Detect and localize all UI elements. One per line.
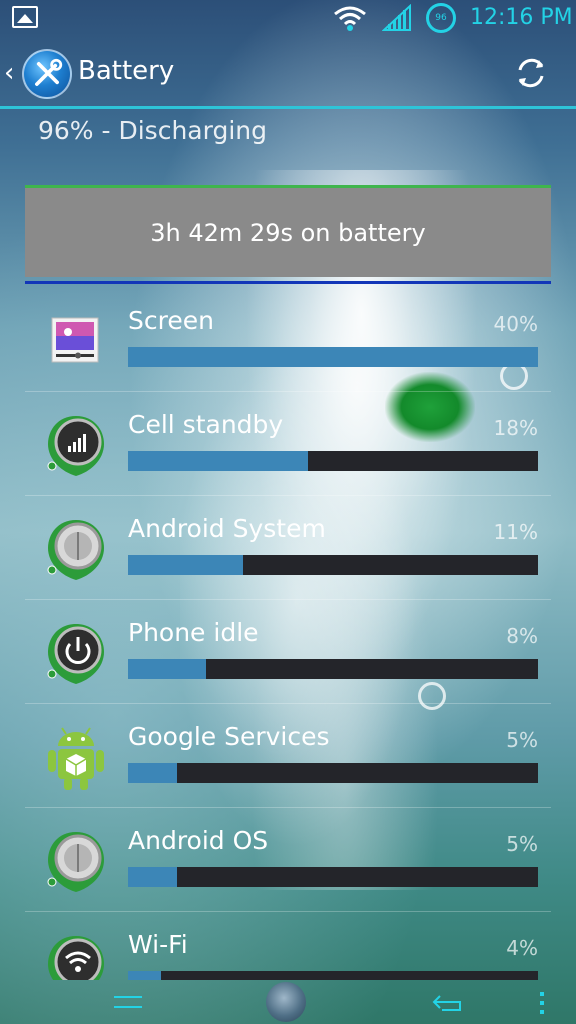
wrench-screwdriver-icon bbox=[35, 58, 63, 86]
usage-percent: 8% bbox=[506, 624, 538, 648]
navigation-bar bbox=[0, 980, 576, 1024]
cell-signal-icon bbox=[42, 410, 110, 482]
list-item[interactable]: Wi-Fi 4% bbox=[0, 912, 576, 980]
action-bar-divider bbox=[0, 106, 576, 109]
usage-label: Screen bbox=[128, 306, 214, 335]
usage-label: Google Services bbox=[128, 722, 330, 751]
usage-label: Phone idle bbox=[128, 618, 259, 647]
android-robot-icon bbox=[42, 722, 110, 794]
usage-bar-fill bbox=[128, 763, 178, 783]
power-icon bbox=[42, 618, 110, 690]
gallery-notification-icon bbox=[12, 6, 38, 28]
usage-bar bbox=[128, 659, 538, 679]
back-icon[interactable] bbox=[430, 990, 466, 1014]
home-icon[interactable] bbox=[266, 982, 306, 1022]
usage-percent: 5% bbox=[506, 728, 538, 752]
usage-label: Android System bbox=[128, 514, 326, 543]
list-item[interactable]: Cell standby 18% bbox=[0, 392, 576, 496]
list-item[interactable]: Android System 11% bbox=[0, 496, 576, 600]
usage-bar-fill bbox=[128, 659, 206, 679]
android-system-icon bbox=[42, 514, 110, 586]
graph-baseline bbox=[25, 281, 551, 284]
wifi-status-icon bbox=[334, 6, 366, 31]
list-item[interactable]: Android OS 5% bbox=[0, 808, 576, 912]
usage-bar-fill bbox=[128, 451, 309, 471]
usage-bar-fill bbox=[128, 867, 178, 887]
refresh-icon[interactable] bbox=[512, 54, 550, 92]
battery-summary: 96% - Discharging bbox=[38, 116, 267, 145]
usage-label: Android OS bbox=[128, 826, 269, 855]
screen-icon bbox=[42, 306, 110, 378]
usage-bar-fill bbox=[128, 347, 538, 367]
list-item[interactable]: Screen 40% bbox=[0, 288, 576, 392]
usage-label: Cell standby bbox=[128, 410, 284, 439]
list-item[interactable]: Phone idle 8% bbox=[0, 600, 576, 704]
usage-bar bbox=[128, 555, 538, 575]
up-chevron-icon[interactable]: ‹ bbox=[4, 58, 14, 88]
usage-bar bbox=[128, 347, 538, 367]
cell-signal-status-icon bbox=[382, 4, 411, 31]
battery-status-icon: 96 bbox=[426, 3, 456, 33]
overflow-menu-icon[interactable] bbox=[538, 990, 546, 1016]
usage-bar bbox=[128, 867, 538, 887]
usage-bar bbox=[128, 451, 538, 471]
page-title: Battery bbox=[78, 56, 175, 86]
android-os-icon bbox=[42, 826, 110, 898]
action-bar: ‹ Battery bbox=[0, 40, 576, 108]
usage-percent: 4% bbox=[506, 936, 538, 960]
status-time: 12:16 PM bbox=[470, 5, 573, 30]
usage-bar bbox=[128, 971, 538, 980]
usage-percent: 40% bbox=[493, 312, 538, 336]
usage-percent: 5% bbox=[506, 832, 538, 856]
wifi-icon bbox=[42, 930, 110, 980]
usage-percent: 18% bbox=[493, 416, 538, 440]
usage-bar-fill bbox=[128, 555, 243, 575]
list-item[interactable]: Google Services 5% bbox=[0, 704, 576, 808]
usage-label: Wi-Fi bbox=[128, 930, 188, 959]
usage-bar-fill bbox=[128, 971, 161, 980]
time-on-battery: 3h 42m 29s on battery bbox=[150, 218, 426, 247]
menu-icon[interactable] bbox=[112, 992, 144, 1012]
status-bar: 96 12:16 PM bbox=[0, 0, 576, 36]
usage-bar bbox=[128, 763, 538, 783]
usage-percent: 11% bbox=[493, 520, 538, 544]
settings-tools-icon[interactable] bbox=[22, 49, 72, 99]
battery-history-graph[interactable]: 3h 42m 29s on battery bbox=[25, 185, 551, 277]
